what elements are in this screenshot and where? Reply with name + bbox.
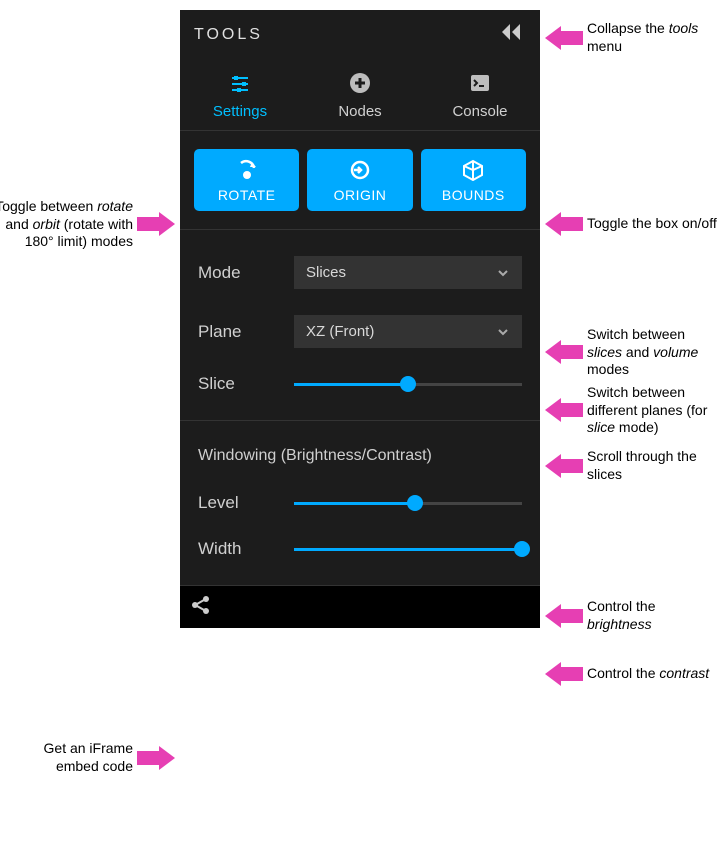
mode-value: Slices — [306, 264, 346, 281]
bounds-button[interactable]: BOUNDS — [421, 149, 526, 211]
slice-slider[interactable] — [294, 375, 522, 393]
panel-header: TOOLS — [180, 10, 540, 65]
level-label: Level — [198, 493, 294, 513]
mode-btn-label: BOUNDS — [442, 187, 505, 203]
annotation-level: Control the brightness — [545, 598, 720, 633]
annotation-plane: Switch between different planes (for sli… — [545, 384, 717, 437]
mode-label: Mode — [198, 263, 294, 283]
annotation-bounds: Toggle the box on/off — [545, 212, 717, 236]
chevron-down-icon — [496, 325, 510, 339]
tab-settings[interactable]: Settings — [181, 71, 300, 120]
sliders-icon — [228, 71, 252, 95]
annotation-collapse: Collapse the tools menu — [545, 20, 720, 55]
chevron-down-icon — [496, 266, 510, 280]
windowing-title: Windowing (Brightness/Contrast) — [198, 447, 522, 465]
tab-label: Settings — [213, 103, 267, 120]
annotation-text: Collapse the tools menu — [587, 20, 720, 55]
rotate-button[interactable]: ROTATE — [194, 149, 299, 211]
annotation-text: Toggle between rotate and orbit (rotate … — [0, 198, 133, 251]
origin-icon — [347, 159, 373, 181]
mode-buttons: ROTATE ORIGIN BOUNDS — [180, 131, 540, 230]
annotation-mode: Switch between slices and volume modes — [545, 326, 717, 379]
panel-title: TOOLS — [194, 26, 263, 44]
plane-select[interactable]: XZ (Front) — [294, 315, 522, 348]
tab-label: Console — [452, 103, 507, 120]
annotation-text: Toggle the box on/off — [587, 215, 717, 233]
annotation-text: Switch between different planes (for sli… — [587, 384, 717, 437]
windowing-section: Windowing (Brightness/Contrast) Level Wi… — [180, 421, 540, 586]
tabs: Settings Nodes Console — [180, 65, 540, 131]
annotation-text: Switch between slices and volume modes — [587, 326, 717, 379]
annotation-rotate: Toggle between rotate and orbit (rotate … — [0, 198, 175, 251]
mode-btn-label: ORIGIN — [334, 187, 387, 203]
width-label: Width — [198, 539, 294, 559]
terminal-icon — [468, 71, 492, 95]
level-slider[interactable] — [294, 494, 522, 512]
panel-footer — [180, 586, 540, 628]
plane-label: Plane — [198, 322, 294, 342]
tab-nodes[interactable]: Nodes — [301, 71, 420, 120]
share-icon — [190, 594, 212, 616]
share-button[interactable] — [190, 594, 212, 621]
bounds-icon — [460, 159, 486, 181]
tools-panel: TOOLS Settings — [180, 10, 540, 628]
annotation-text: Control the brightness — [587, 598, 720, 633]
annotation-text: Get an iFrame embed code — [23, 740, 133, 775]
annotation-text: Control the contrast — [587, 665, 709, 683]
annotation-slice: Scroll through the slices — [545, 448, 720, 483]
view-section: Mode Slices Plane XZ (Front) Slice — [180, 230, 540, 421]
plus-circle-icon — [348, 71, 372, 95]
annotation-text: Scroll through the slices — [587, 448, 720, 483]
tab-label: Nodes — [338, 103, 381, 120]
width-slider[interactable] — [294, 540, 522, 558]
slice-label: Slice — [198, 374, 294, 394]
collapse-button[interactable] — [498, 22, 526, 47]
rotate-icon — [234, 159, 260, 181]
mode-select[interactable]: Slices — [294, 256, 522, 289]
plane-value: XZ (Front) — [306, 323, 374, 340]
chevrons-left-icon — [498, 22, 526, 42]
annotation-share: Get an iFrame embed code — [23, 740, 175, 775]
annotation-width: Control the contrast — [545, 662, 709, 686]
mode-btn-label: ROTATE — [218, 187, 276, 203]
tab-console[interactable]: Console — [421, 71, 540, 120]
origin-button[interactable]: ORIGIN — [307, 149, 412, 211]
